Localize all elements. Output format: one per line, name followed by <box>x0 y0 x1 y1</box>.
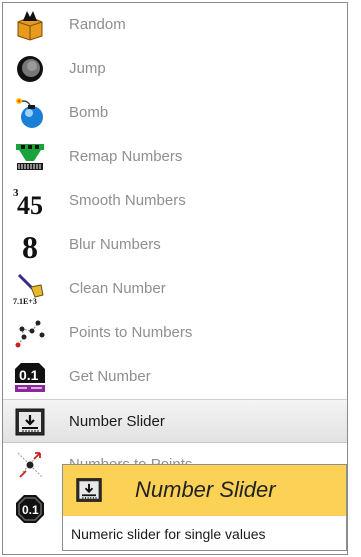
menu-item-label: Clean Number <box>69 280 166 297</box>
svg-text:0.1: 0.1 <box>22 503 39 517</box>
menu-item-label: Remap Numbers <box>69 148 183 165</box>
svg-text:8: 8 <box>22 229 38 261</box>
bomb-icon <box>13 97 47 129</box>
svg-text:0.1: 0.1 <box>19 367 39 383</box>
menu-item-clean-number[interactable]: 7.1E+3 Clean Number <box>3 267 347 311</box>
menu-item-get-number[interactable]: 0.1 Get Number <box>3 355 347 399</box>
tooltip-title: Number Slider <box>135 477 276 502</box>
menu-item-points-to-numbers[interactable]: Points to Numbers <box>3 311 347 355</box>
tooltip-description: Numeric slider for single values <box>71 526 266 542</box>
menu-item-jump[interactable]: Jump <box>3 47 347 91</box>
points-to-numbers-icon <box>13 317 47 349</box>
menu-item-random[interactable]: Random <box>3 3 347 47</box>
menu-item-remap-numbers[interactable]: Remap Numbers <box>3 135 347 179</box>
get-number-icon: 0.1 <box>13 361 47 393</box>
number-slider-icon <box>13 406 47 438</box>
tooltip: Number Slider Numeric slider for single … <box>62 464 347 551</box>
menu-item-label: Smooth Numbers <box>69 192 186 209</box>
tooltip-header: Number Slider <box>63 465 346 516</box>
svg-text:7.1E+3: 7.1E+3 <box>13 297 37 305</box>
blur-numbers-icon: 8 <box>13 229 47 261</box>
menu-item-label: Points to Numbers <box>69 324 193 341</box>
numbers-to-points-icon <box>13 449 47 481</box>
menu-item-number-slider[interactable]: Number Slider <box>3 399 347 443</box>
clean-number-icon: 7.1E+3 <box>13 273 47 305</box>
menu-item-label: Bomb <box>69 104 109 121</box>
component-dropdown-menu: Random Jump Bomb Remap Numbers 3 45 Smoo… <box>0 0 361 557</box>
menu-item-label: Get Number <box>69 368 151 385</box>
menu-item-label: Random <box>69 16 126 33</box>
dice-box-icon <box>13 9 47 41</box>
menu-item-blur-numbers[interactable]: 8 Blur Numbers <box>3 223 347 267</box>
menu-item-label: Jump <box>69 60 106 77</box>
menu-item-label: Blur Numbers <box>69 236 161 253</box>
svg-text:45: 45 <box>17 191 43 217</box>
menu-item-smooth-numbers[interactable]: 3 45 Smooth Numbers <box>3 179 347 223</box>
number-octagon-icon: 0.1 <box>13 493 47 525</box>
menu-item-label: Number Slider <box>69 413 165 430</box>
menu-item-bomb[interactable]: Bomb <box>3 91 347 135</box>
smooth-numbers-icon: 3 45 <box>13 185 47 217</box>
remap-numbers-icon <box>13 141 47 173</box>
jump-circle-icon <box>13 53 47 85</box>
number-slider-icon <box>75 476 103 504</box>
